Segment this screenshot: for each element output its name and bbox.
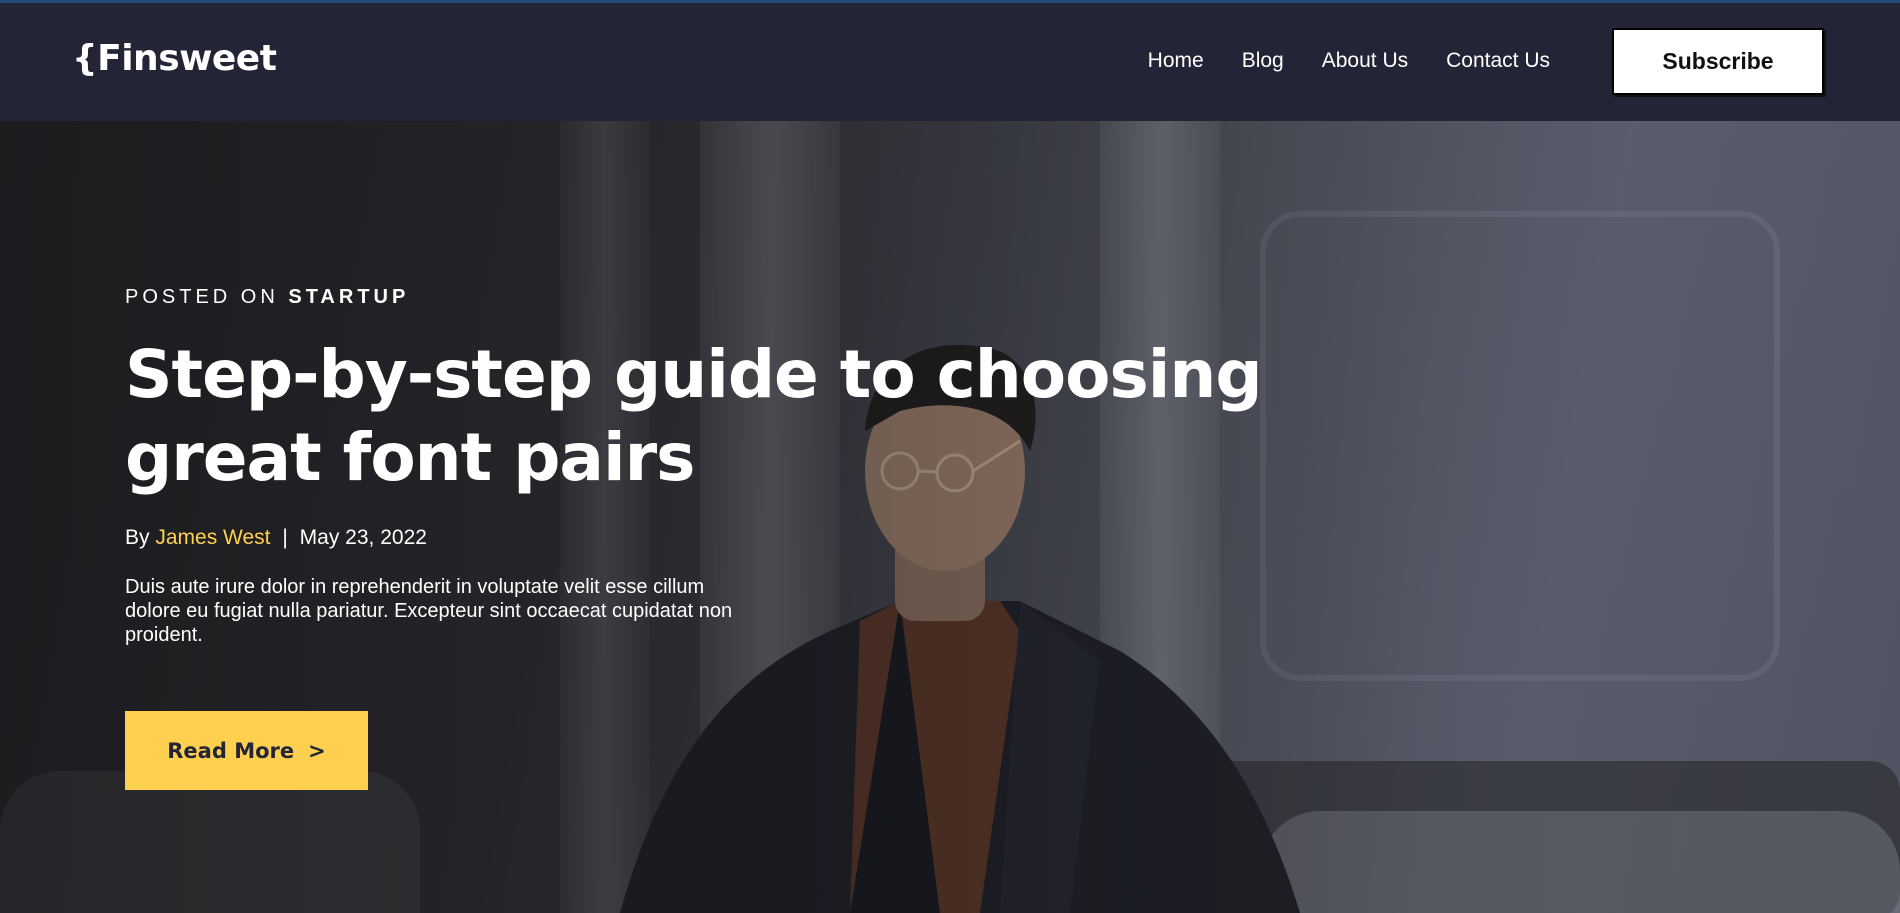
subscribe-button[interactable]: Subscribe — [1612, 28, 1824, 95]
byline-separator: | — [282, 526, 288, 549]
author-link[interactable]: James West — [155, 526, 270, 549]
top-accent-line — [0, 0, 1900, 3]
post-title[interactable]: Step-by-step guide to choosing great fon… — [125, 333, 1265, 499]
hero-content: POSTED ON STARTUP Step-by-step guide to … — [125, 283, 1325, 790]
main-nav: Home Blog About Us Contact Us — [1148, 46, 1550, 76]
read-more-label: Read More — [167, 738, 295, 763]
nav-link-contact-us[interactable]: Contact Us — [1446, 46, 1550, 76]
posted-on-label: POSTED ON — [125, 286, 279, 308]
site-header: {Finsweet Home Blog About Us Contact Us … — [0, 0, 1900, 121]
nav-link-blog[interactable]: Blog — [1242, 46, 1284, 76]
nav-link-home[interactable]: Home — [1148, 46, 1204, 76]
post-byline: By James West | May 23, 2022 — [125, 524, 1325, 552]
chevron-right-icon: > — [308, 738, 326, 763]
post-excerpt: Duis aute irure dolor in reprehenderit i… — [125, 576, 733, 646]
post-category[interactable]: STARTUP — [288, 286, 409, 308]
read-more-button[interactable]: Read More > — [125, 711, 368, 790]
nav-link-about-us[interactable]: About Us — [1322, 46, 1408, 76]
post-category-line: POSTED ON STARTUP — [125, 283, 1325, 311]
page: {Finsweet Home Blog About Us Contact Us … — [0, 0, 1900, 913]
hero-section: POSTED ON STARTUP Step-by-step guide to … — [0, 121, 1900, 913]
post-date: May 23, 2022 — [299, 526, 427, 549]
logo[interactable]: {Finsweet — [72, 36, 277, 82]
by-label: By — [125, 526, 150, 549]
